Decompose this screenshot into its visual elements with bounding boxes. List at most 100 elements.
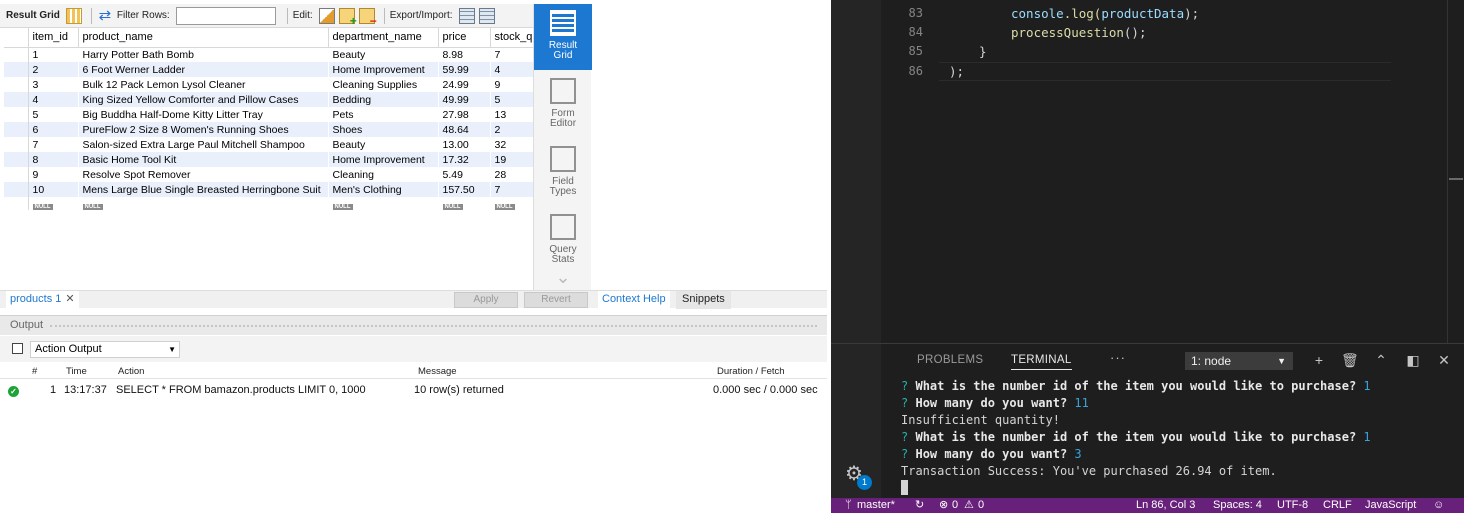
table-cell[interactable]: 49.99 xyxy=(438,92,490,107)
plus-icon[interactable]: + xyxy=(1311,352,1327,368)
table-cell[interactable]: 157.50 xyxy=(438,182,490,197)
copy-icon[interactable] xyxy=(12,343,23,354)
table-cell[interactable]: Bulk 12 Pack Lemon Lysol Cleaner xyxy=(78,77,328,92)
table-cell[interactable]: Pets xyxy=(328,107,438,122)
table-cell[interactable]: 9 xyxy=(28,167,78,182)
table-cell[interactable]: 7 xyxy=(28,137,78,152)
table-cell[interactable]: Cleaning xyxy=(328,167,438,182)
table-cell[interactable]: 59.99 xyxy=(438,62,490,77)
edit-cell-icon[interactable] xyxy=(318,7,335,24)
table-cell[interactable]: NULL xyxy=(328,197,438,210)
export-icon[interactable] xyxy=(458,7,475,24)
table-cell[interactable]: 7 xyxy=(490,47,533,62)
tab-problems[interactable]: PROBLEMS xyxy=(917,354,983,366)
field-types-button[interactable]: Field Types xyxy=(534,140,592,206)
query-stats-button[interactable]: Query Stats xyxy=(534,208,592,274)
delete-row-icon[interactable] xyxy=(358,7,377,28)
table-cell[interactable]: Beauty xyxy=(328,47,438,62)
table-row[interactable]: 26 Foot Werner Ladder Home Improvement 59.… xyxy=(4,62,533,77)
error-count[interactable]: 0 xyxy=(952,498,958,513)
row-header[interactable] xyxy=(4,137,29,152)
table-cell[interactable]: Harry Potter Bath Bomb xyxy=(78,47,328,62)
table-cell[interactable]: 2 xyxy=(490,122,533,137)
line-ending[interactable]: CRLF xyxy=(1323,498,1352,513)
table-cell[interactable]: 17.32 xyxy=(438,152,490,167)
result-grid-button[interactable]: Result Grid xyxy=(534,4,592,70)
terminal-output[interactable]: ? What is the number id of the item you … xyxy=(901,378,1371,497)
table-row[interactable]: 7 Salon-sized Extra Large Paul Mitchell S… xyxy=(4,137,533,152)
table-cell[interactable]: 32 xyxy=(490,137,533,152)
filter-rows-input[interactable] xyxy=(175,6,276,25)
table-cell[interactable]: Salon-sized Extra Large Paul Mitchell Sh… xyxy=(78,137,328,152)
table-cell[interactable]: 8 xyxy=(28,152,78,167)
table-row[interactable]: 5 Big Buddha Half-Dome Kitty Litter Tray P… xyxy=(4,107,533,122)
revert-button[interactable]: Revert xyxy=(524,292,588,308)
more-icon[interactable]: ··· xyxy=(1110,350,1126,365)
table-cell[interactable]: 8.98 xyxy=(438,47,490,62)
tab-products-1[interactable]: products 1 ✕ xyxy=(6,291,79,309)
table-cell[interactable]: PureFlow 2 Size 8 Women's Running Shoes xyxy=(78,122,328,137)
output-type-select[interactable]: Action Output ▼ xyxy=(30,341,180,358)
cursor-position[interactable]: Ln 86, Col 3 xyxy=(1136,498,1195,513)
table-row[interactable]: 8 Basic Home Tool Kit Home Improvement 17.3… xyxy=(4,152,533,167)
table-cell[interactable]: Big Buddha Half-Dome Kitty Litter Tray xyxy=(78,107,328,122)
chevron-up-icon[interactable]: ⌃ xyxy=(1373,352,1389,368)
table-cell[interactable]: NULL xyxy=(438,197,490,210)
table-cell[interactable]: 28 xyxy=(490,167,533,182)
form-editor-button[interactable]: Form Editor xyxy=(534,72,592,138)
table-cell[interactable]: 13 xyxy=(490,107,533,122)
table-cell[interactable]: 4 xyxy=(490,62,533,77)
tab-terminal[interactable]: TERMINAL xyxy=(1011,354,1072,370)
row-header[interactable] xyxy=(4,47,29,62)
table-row[interactable]: 1 Harry Potter Bath Bomb Beauty 8.98 7 xyxy=(4,47,533,62)
table-cell[interactable]: Beauty xyxy=(328,137,438,152)
git-branch[interactable]: master* xyxy=(857,498,895,513)
table-cell[interactable]: 3 xyxy=(28,77,78,92)
row-header[interactable] xyxy=(4,107,29,122)
table-cell[interactable]: Basic Home Tool Kit xyxy=(78,152,328,167)
close-icon[interactable]: ✕ xyxy=(65,293,74,305)
row-header[interactable] xyxy=(4,62,29,77)
column-header[interactable]: product_name xyxy=(78,28,329,48)
table-cell[interactable]: Home Improvement xyxy=(328,152,438,167)
table-cell[interactable]: 4 xyxy=(28,92,78,107)
table-cell[interactable]: 13.00 xyxy=(438,137,490,152)
grid-layout-icon[interactable] xyxy=(65,7,82,24)
table-cell[interactable]: Shoes xyxy=(328,122,438,137)
table-cell[interactable]: 27.98 xyxy=(438,107,490,122)
table-row[interactable]: 9 Resolve Spot Remover Cleaning 5.49 28 xyxy=(4,167,533,182)
table-cell[interactable]: 6 xyxy=(28,122,78,137)
table-cell[interactable]: 5.49 xyxy=(438,167,490,182)
chevron-down-icon[interactable]: ⌄ xyxy=(548,268,578,286)
feedback-smiley-icon[interactable]: ☺ xyxy=(1433,498,1444,513)
warning-count[interactable]: 0 xyxy=(978,498,984,513)
table-cell[interactable]: 10 xyxy=(28,182,78,197)
table-row[interactable]: 4 King Sized Yellow Comforter and Pillow … xyxy=(4,92,533,107)
trash-icon[interactable]: 🗑 xyxy=(1341,352,1359,368)
table-cell[interactable]: 19 xyxy=(490,152,533,167)
table-cell[interactable]: Men's Clothing xyxy=(328,182,438,197)
table-row[interactable]: 10 Mens Large Blue Single Breasted Herrin… xyxy=(4,182,533,197)
row-header[interactable] xyxy=(4,77,29,92)
row-header[interactable] xyxy=(4,122,29,137)
terminal-select[interactable]: 1: node ▼ xyxy=(1185,352,1293,370)
table-cell[interactable]: NULL xyxy=(78,197,328,210)
tab-snippets[interactable]: Snippets xyxy=(676,291,731,309)
row-header[interactable] xyxy=(4,152,29,167)
table-cell[interactable]: Bedding xyxy=(328,92,438,107)
row-header[interactable] xyxy=(4,182,29,197)
tab-context-help[interactable]: Context Help xyxy=(598,291,670,309)
table-cell[interactable]: 7 xyxy=(490,182,533,197)
table-cell[interactable]: King Sized Yellow Comforter and Pillow C… xyxy=(78,92,328,107)
table-cell[interactable]: Resolve Spot Remover xyxy=(78,167,328,182)
table-cell[interactable]: Cleaning Supplies xyxy=(328,77,438,92)
editor-scrollbar-track[interactable] xyxy=(1447,0,1448,343)
table-cell[interactable]: 5 xyxy=(28,107,78,122)
column-header[interactable]: stock_q xyxy=(490,28,533,48)
language-mode[interactable]: JavaScript xyxy=(1365,498,1416,513)
apply-button[interactable]: Apply xyxy=(454,292,518,308)
row-header[interactable] xyxy=(4,197,29,210)
import-icon[interactable] xyxy=(478,7,495,24)
encoding[interactable]: UTF-8 xyxy=(1277,498,1308,513)
table-row[interactable]: 3 Bulk 12 Pack Lemon Lysol Cleaner Cleanin… xyxy=(4,77,533,92)
